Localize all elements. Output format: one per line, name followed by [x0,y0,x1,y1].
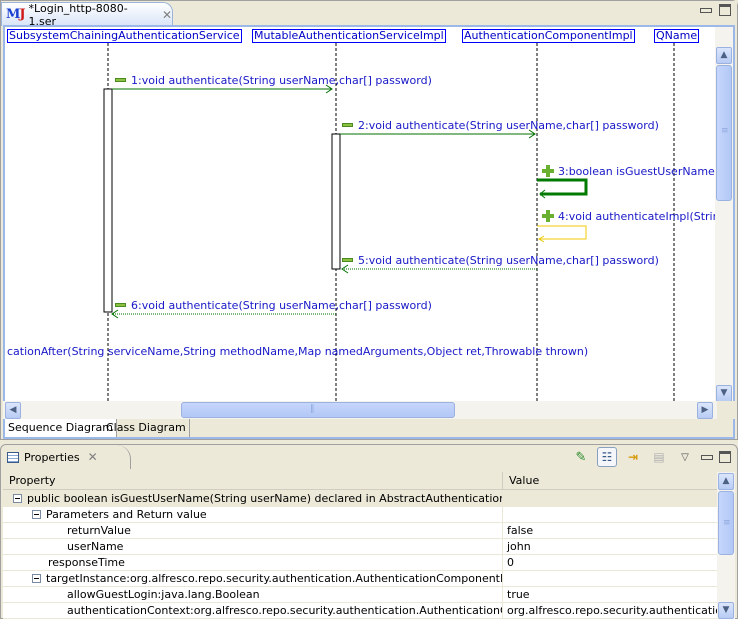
collapse-icon[interactable] [115,303,126,307]
message-label-4[interactable]: 4:void authenticateImpl(String us [542,209,717,223]
grip-icon: ≡ [721,126,729,136]
collapse-icon[interactable] [32,573,41,583]
diagram-vertical-scrollbar[interactable]: ▲ ≡ ▼ [715,27,733,401]
properties-tab[interactable]: Properties ✕ [1,445,101,469]
properties-table: public boolean isGuestUserName(String us… [3,491,717,619]
editor-tab[interactable]: MJ *Login_http-8080-1.ser ✕ [1,1,173,28]
message-label-partial[interactable]: cationAfter(String serviceName,String me… [7,345,588,358]
collapse-icon[interactable] [13,493,22,503]
property-cell: Parameters and Return value [3,507,503,523]
scroll-up-button[interactable]: ▲ [716,47,732,64]
ide-window: MJ *Login_http-8080-1.ser ✕ SubsystemCha… [0,0,738,619]
editor-tab-bar: MJ *Login_http-8080-1.ser ✕ [1,1,737,28]
properties-vertical-scrollbar[interactable]: ▲ ≡ ▼ [717,472,735,619]
grip-icon: ‖ [310,404,315,414]
property-cell: authenticationContext:org.alfresco.repo.… [3,603,503,619]
show-advanced-icon[interactable]: ⇥ [623,447,643,467]
properties-table-icon [7,451,19,463]
show-categories-icon[interactable]: ☷ [597,447,617,467]
editor-tab-title: *Login_http-8080-1.ser [28,1,128,28]
diagram-area[interactable]: SubsystemChainingAuthenticationService M… [5,27,717,401]
value-cell[interactable]: false [503,523,717,539]
table-row[interactable]: responseTime 0 [3,555,717,571]
value-cell [503,491,717,507]
close-icon[interactable]: ✕ [162,8,172,22]
value-cell[interactable]: 0 [503,555,717,571]
value-cell [503,571,717,587]
message-arrow-4[interactable] [537,225,587,240]
view-menu-icon[interactable]: ▽ [675,447,695,467]
maximize-button[interactable] [719,4,731,16]
editor-window-controls [700,4,731,16]
expand-icon[interactable] [542,209,554,222]
table-row[interactable]: public boolean isGuestUserName(String us… [3,491,717,507]
sequence-diagram-canvas: SubsystemChainingAuthenticationService M… [3,25,735,401]
activation-box[interactable] [103,88,113,313]
expand-icon[interactable] [542,164,554,177]
property-cell: targetInstance:org.alfresco.repo.securit… [3,571,503,587]
scroll-down-button[interactable]: ▼ [718,602,734,619]
collapse-icon[interactable] [342,258,353,262]
properties-title: Properties [24,450,80,464]
table-row[interactable]: returnValue false [3,523,717,539]
column-header-value[interactable]: Value [503,472,717,490]
value-cell[interactable]: org.alfresco.repo.security.authenticatio… [503,603,717,619]
property-cell: returnValue [3,523,503,539]
column-header-property[interactable]: Property [3,472,503,490]
scroll-up-button[interactable]: ▲ [718,473,734,490]
diagram-horizontal-scrollbar[interactable]: ◀ ‖ ▶ [3,401,717,419]
maximize-button[interactable] [719,451,731,463]
scroll-thumb[interactable]: ‖ [181,402,455,418]
message-label-3[interactable]: 3:boolean isGuestUserName(Strin [542,164,717,178]
table-row[interactable]: allowGuestLogin:java.lang.Boolean true [3,587,717,603]
properties-view: Properties ✕ ✎ ☷ ⇥ ▤ ▽ Property Value pu… [0,444,738,619]
pin-icon[interactable]: ✎ [571,447,591,467]
collapse-icon[interactable] [342,123,353,127]
property-cell: public boolean isGuestUserName(String us… [3,491,503,507]
tab-sequence-diagram[interactable]: Sequence Diagram [5,419,117,437]
collapse-icon[interactable] [32,509,41,519]
property-cell: userName [3,539,503,555]
message-label-2[interactable]: 2:void authenticate(String userName,char… [342,119,659,132]
scroll-thumb[interactable]: ≡ [716,65,732,201]
properties-toolbar: ✎ ☷ ⇥ ▤ ▽ [571,447,731,467]
scroll-corner [717,401,735,419]
value-cell[interactable]: john [503,539,717,555]
minimize-button[interactable] [701,454,713,460]
editor-pane: MJ *Login_http-8080-1.ser ✕ SubsystemCha… [0,0,738,440]
lifeline-head[interactable]: QName [654,29,700,43]
lifeline-head[interactable]: SubsystemChainingAuthenticationService [7,29,242,43]
diagram-view-tabs: Sequence Diagram Class Diagram [3,419,735,439]
table-row[interactable]: authenticationContext:org.alfresco.repo.… [3,603,717,619]
scroll-left-button[interactable]: ◀ [5,402,21,419]
collapse-icon[interactable] [115,78,126,82]
grip-icon: ≡ [723,518,731,528]
tab-class-diagram[interactable]: Class Diagram [103,419,190,437]
lifeline-head[interactable]: MutableAuthenticationServiceImpl [252,29,446,43]
mj-file-icon: MJ [6,7,26,22]
message-label-5[interactable]: 5:void authenticate(String userName,char… [342,254,659,267]
scroll-thumb[interactable]: ≡ [718,491,734,555]
scroll-down-button[interactable]: ▼ [716,385,732,401]
properties-table-header: Property Value [3,472,717,490]
table-row[interactable]: userName john [3,539,717,555]
activation-box[interactable] [331,133,341,270]
close-icon[interactable]: ✕ [88,450,98,464]
minimize-button[interactable] [700,8,712,13]
table-row[interactable]: targetInstance:org.alfresco.repo.securit… [3,571,717,587]
property-cell: responseTime [3,555,503,571]
value-cell [503,507,717,523]
message-label-1[interactable]: 1:void authenticate(String userName,char… [115,74,432,87]
scroll-right-button[interactable]: ▶ [697,402,713,419]
lifeline-head[interactable]: AuthenticationComponentImpl [462,29,635,43]
message-label-6[interactable]: 6:void authenticate(String userName,char… [115,299,432,312]
message-arrow-3[interactable] [537,178,588,196]
value-cell[interactable]: true [503,587,717,603]
property-cell: allowGuestLogin:java.lang.Boolean [3,587,503,603]
restore-default-icon[interactable]: ▤ [649,447,669,467]
table-row[interactable]: Parameters and Return value [3,507,717,523]
